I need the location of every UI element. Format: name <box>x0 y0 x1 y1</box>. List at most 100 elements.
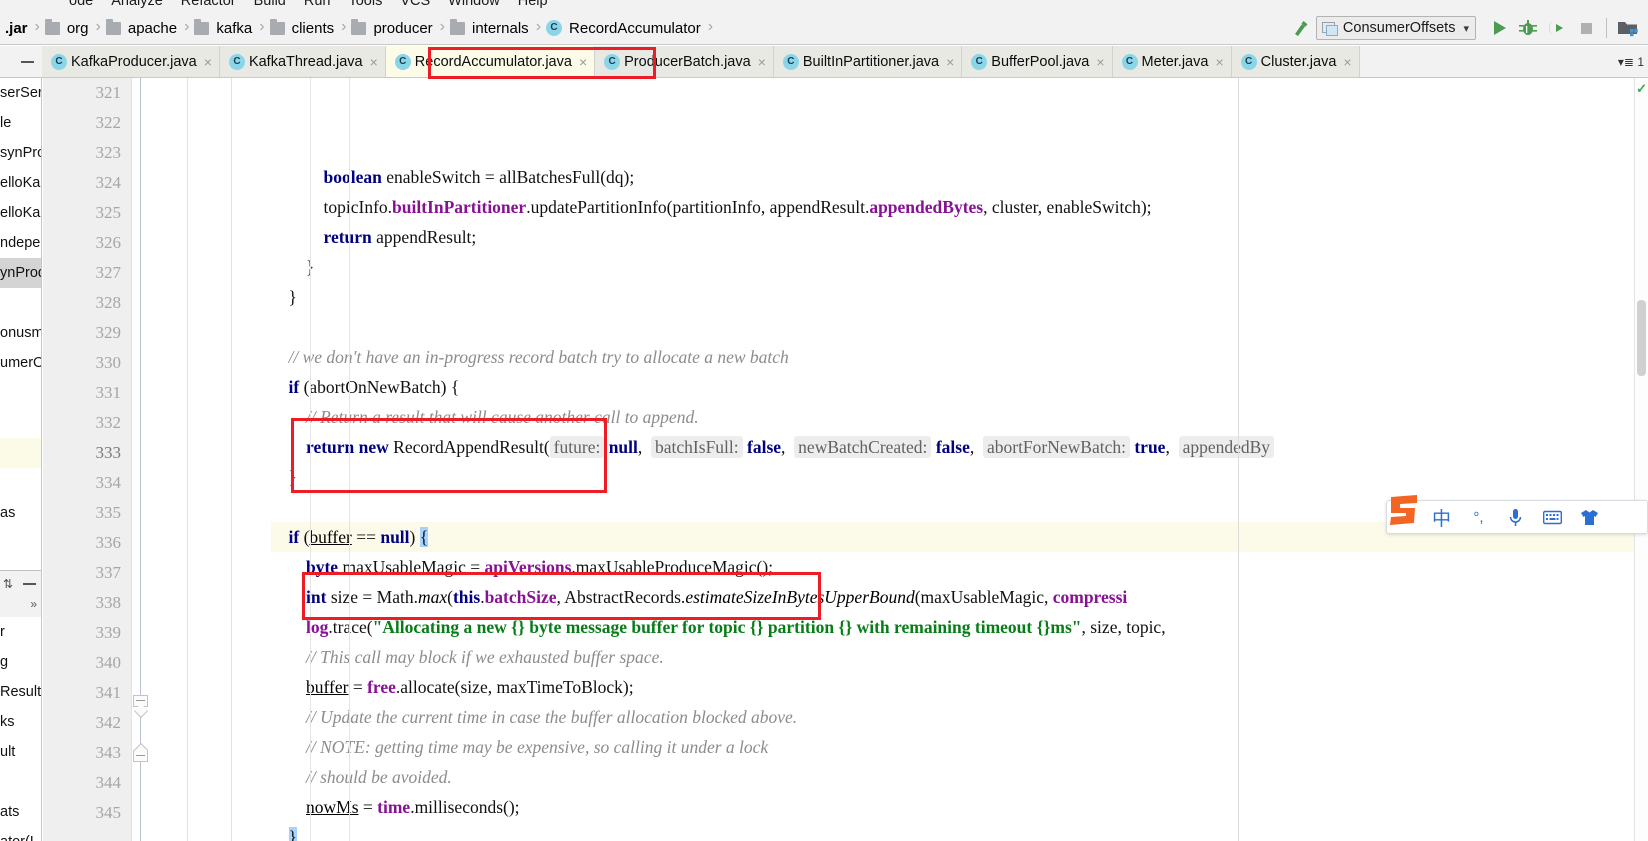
left-panel-row[interactable] <box>0 408 41 438</box>
line-number: 329 <box>95 323 122 342</box>
left-panel-row[interactable]: ndeper <box>0 228 41 258</box>
left-panel-row[interactable]: elloKa <box>0 168 41 198</box>
editor-tab-producerbatch[interactable]: C ProducerBatch.java × <box>595 46 774 77</box>
breadcrumb-separator-icon: › <box>535 18 542 35</box>
fold-region-line <box>140 78 141 841</box>
left-panel-row[interactable]: onusm <box>0 318 41 348</box>
ime-soft-keyboard-icon[interactable] <box>1534 501 1571 533</box>
close-icon[interactable]: × <box>758 55 766 69</box>
editor-tab-builtinpartitioner[interactable]: C BuiltInPartitioner.java × <box>773 46 963 77</box>
left-panel-lower-row[interactable]: g <box>0 647 41 677</box>
left-panel-row[interactable]: synPro <box>0 138 41 168</box>
breadcrumb-item-producer[interactable]: producer <box>348 12 437 45</box>
run-button[interactable] <box>1485 15 1512 42</box>
menu-item-run[interactable]: Run <box>295 0 340 12</box>
breadcrumb-separator-icon: › <box>707 18 714 35</box>
code-line: if (abortOnNewBatch) { <box>271 372 1648 402</box>
left-panel-lower-row[interactable]: ats <box>0 797 41 827</box>
editor-tab-kafkathread[interactable]: C KafkaThread.java × <box>219 46 386 77</box>
code-token: appendResult; <box>371 227 477 247</box>
run-with-coverage-button[interactable] <box>1543 15 1570 42</box>
expand-chevron-icon[interactable]: » <box>0 597 41 617</box>
fold-collapse-marker-down[interactable] <box>133 695 148 711</box>
left-panel-row[interactable] <box>0 438 41 468</box>
source-code-view[interactable]: boolean enableSwitch = allBatchesFull(dq… <box>271 78 1648 841</box>
ime-voice-input-icon[interactable] <box>1497 501 1534 533</box>
sort-icon[interactable]: ⇅ <box>3 577 13 591</box>
scrollbar-marker-bar[interactable]: ✓ <box>1634 78 1648 841</box>
left-panel-lower-row[interactable]: r <box>0 617 41 647</box>
menu-item-window[interactable]: Window <box>439 0 509 12</box>
ime-chinese-english-toggle[interactable]: 中 <box>1423 501 1460 533</box>
code-line: } <box>271 462 1648 492</box>
close-icon[interactable]: × <box>1096 55 1104 69</box>
menu-item-vcs[interactable]: VCS <box>391 0 439 12</box>
stop-button[interactable] <box>1572 15 1599 42</box>
menu-item-analyze[interactable]: Analyze <box>102 0 172 12</box>
left-panel-row[interactable] <box>0 468 41 498</box>
close-icon[interactable]: × <box>204 55 212 69</box>
left-panel-lower-row[interactable] <box>0 767 41 797</box>
code-line: log.trace("Allocating a new {} byte mess… <box>271 612 1648 642</box>
close-icon[interactable]: × <box>370 55 378 69</box>
ime-punctuation-toggle[interactable]: °, <box>1460 501 1497 533</box>
left-panel-row[interactable]: as <box>0 498 41 528</box>
left-panel-lower-row[interactable]: ult <box>0 737 41 767</box>
debug-button[interactable] <box>1514 15 1541 42</box>
breadcrumb-item-internals[interactable]: internals <box>447 12 534 45</box>
breadcrumb-item-apache[interactable]: apache <box>103 12 182 45</box>
sogou-logo-icon[interactable] <box>1383 489 1425 531</box>
breadcrumb-item-org[interactable]: org <box>42 12 94 45</box>
editor-tab-cluster[interactable]: C Cluster.java × <box>1231 46 1360 77</box>
left-panel-row[interactable]: umerO <box>0 348 41 378</box>
editor-tab-label: RecordAccumulator.java <box>414 53 572 70</box>
left-panel-row[interactable]: serSer <box>0 78 41 108</box>
breadcrumb-item-clients[interactable]: clients <box>267 12 340 45</box>
left-panel-lower-row[interactable]: ks <box>0 707 41 737</box>
scrollbar-thumb[interactable] <box>1637 300 1646 376</box>
sogou-ime-toolbar[interactable]: 中 °, <box>1386 500 1648 534</box>
run-configuration-selector[interactable]: ConsumerOffsets ▾ <box>1315 16 1476 40</box>
left-panel-lower-row[interactable]: ator(L <box>0 827 41 841</box>
code-token: ( <box>299 527 310 547</box>
left-panel-lower-row[interactable]: Result <box>0 677 41 707</box>
menu-item-tools[interactable]: Tools <box>339 0 391 12</box>
left-panel-toolbar: ⇅ <box>0 571 41 597</box>
hide-icon[interactable] <box>23 583 36 585</box>
menu-item-build[interactable]: Build <box>245 0 295 12</box>
build-hammer-icon[interactable] <box>1288 15 1315 42</box>
code-token: free <box>367 677 396 697</box>
menu-item-ode[interactable]: ode <box>60 0 102 12</box>
editor-tab-kafkaproducer[interactable]: C KafkaProducer.java × <box>42 46 220 77</box>
breadcrumb-item-kafka[interactable]: kafka <box>191 12 257 45</box>
menu-item-refactor[interactable]: Refactor <box>172 0 245 12</box>
folder-icon <box>194 18 210 35</box>
editor-tab-meter[interactable]: C Meter.java × <box>1112 46 1232 77</box>
breadcrumb-item-recordaccumulator[interactable]: C RecordAccumulator <box>543 12 706 45</box>
close-icon[interactable]: × <box>579 55 587 69</box>
editor-tab-recordaccumulator[interactable]: C RecordAccumulator.java × <box>385 46 596 77</box>
project-structure-button[interactable] <box>1614 15 1641 42</box>
ime-skin-toolbox-icon[interactable] <box>1571 501 1608 533</box>
code-token: == <box>351 527 381 547</box>
menu-item-help[interactable]: Help <box>509 0 557 12</box>
editor-tab-bufferpool[interactable]: C BufferPool.java × <box>962 46 1113 77</box>
fold-collapse-marker-up[interactable] <box>133 750 148 766</box>
close-icon[interactable]: × <box>1215 55 1223 69</box>
close-icon[interactable]: × <box>946 55 954 69</box>
code-token: = <box>358 797 378 817</box>
code-token: buffer <box>306 677 349 697</box>
left-panel-row[interactable] <box>0 288 41 318</box>
left-panel-row[interactable]: elloKa <box>0 198 41 228</box>
tab-list-options[interactable]: ▾≣ 1 <box>1618 46 1648 77</box>
left-panel-row[interactable] <box>0 378 41 408</box>
java-class-icon: C <box>782 53 799 70</box>
close-icon[interactable]: × <box>1343 55 1351 69</box>
left-panel-row[interactable]: ynProd <box>0 258 41 288</box>
breadcrumb-separator-icon: › <box>95 18 101 35</box>
breadcrumb-item-jar[interactable]: .jar <box>0 12 33 45</box>
left-panel-row[interactable]: le <box>0 108 41 138</box>
tool-window-collapse[interactable] <box>0 46 42 77</box>
code-line: // This call may block if we exhausted b… <box>271 642 1648 672</box>
